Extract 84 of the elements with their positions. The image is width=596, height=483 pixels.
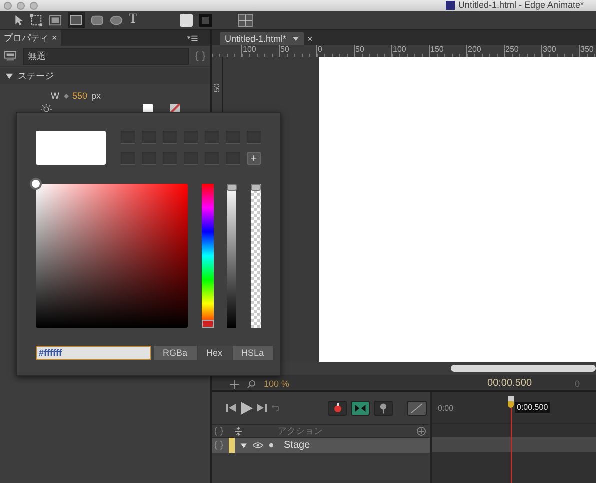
empty-swatch[interactable]: [142, 152, 156, 165]
empty-swatch[interactable]: [205, 131, 219, 144]
text-tool[interactable]: T: [129, 13, 138, 27]
current-time[interactable]: 00:00.500: [488, 378, 532, 389]
alpha-slider[interactable]: [251, 184, 261, 328]
empty-swatch[interactable]: [121, 131, 135, 144]
close-button[interactable]: ×: [308, 33, 313, 45]
disclosure-triangle-icon[interactable]: [241, 442, 247, 448]
ellipse-icon[interactable]: [110, 14, 123, 26]
play-icon[interactable]: [240, 402, 253, 414]
select-arrow-icon[interactable]: [14, 14, 24, 26]
empty-swatch[interactable]: [184, 131, 198, 144]
empty-swatch[interactable]: [163, 131, 177, 144]
time-label: 0:00: [438, 404, 454, 413]
code-braces-icon[interactable]: [215, 426, 223, 436]
collapse-icon[interactable]: [235, 426, 242, 436]
slider-thumb[interactable]: [226, 184, 237, 191]
window-title: Untitled-1.html - Edge Animate*: [458, 0, 584, 11]
properties-tab[interactable]: プロパティ ×: [0, 30, 62, 46]
element-icon: [4, 50, 17, 62]
empty-swatch[interactable]: [226, 152, 240, 165]
ruler-label: 50: [212, 82, 222, 92]
empty-swatch[interactable]: [226, 131, 240, 144]
pin-button[interactable]: [374, 400, 393, 416]
zoom-level[interactable]: 100 %: [264, 379, 290, 389]
pin-icon: [380, 402, 387, 414]
skip-forward-icon[interactable]: [257, 403, 267, 413]
easing-button[interactable]: [407, 400, 427, 416]
dropdown-icon[interactable]: [292, 36, 299, 40]
slider-thumb[interactable]: [251, 184, 262, 191]
rectangle-tool-icon[interactable]: [68, 12, 85, 28]
search-icon[interactable]: [247, 380, 256, 389]
layer-row[interactable]: Stage: [212, 438, 430, 453]
color-mode-button[interactable]: RGBa: [154, 346, 197, 360]
transform-icon[interactable]: [30, 14, 43, 26]
hue-slider[interactable]: [202, 184, 214, 328]
skip-back-icon[interactable]: [226, 403, 236, 413]
width-value[interactable]: 550: [72, 91, 88, 101]
tab-label: Untitled-1.html*: [225, 34, 287, 44]
rounded-rectangle-icon[interactable]: [91, 14, 104, 26]
diamond-icon[interactable]: [64, 94, 68, 98]
empty-swatch[interactable]: [205, 152, 219, 165]
empty-swatch[interactable]: [184, 152, 198, 165]
slider-thumb[interactable]: [202, 320, 214, 328]
arrows-icon: [355, 404, 366, 412]
color-mode-button[interactable]: Hex: [198, 346, 232, 360]
playhead-time: 0:00.500: [515, 402, 550, 413]
add-swatch-button[interactable]: +: [247, 152, 261, 165]
width-unit: px: [92, 91, 102, 101]
clip-icon[interactable]: [49, 14, 62, 26]
move-icon[interactable]: [230, 380, 239, 389]
diagonal-line-icon: [410, 402, 424, 414]
tab-label: プロパティ: [4, 32, 49, 44]
color-mode-button[interactable]: HSLa: [232, 346, 274, 360]
layout-icon[interactable]: [238, 14, 253, 26]
empty-swatch[interactable]: [142, 131, 156, 144]
saturation-value-field[interactable]: [36, 184, 188, 328]
layer-color-bar: [229, 438, 235, 453]
element-name-field[interactable]: 無題: [23, 48, 189, 64]
hex-input-field[interactable]: #ffffff: [36, 346, 151, 360]
disclosure-triangle-icon[interactable]: [6, 72, 13, 80]
brightness-slider[interactable]: [226, 184, 236, 328]
empty-swatch[interactable]: [163, 152, 177, 165]
app-icon: [446, 1, 456, 10]
empty-swatch[interactable]: [121, 152, 135, 165]
fill-color-swatch[interactable]: [180, 14, 193, 26]
scrollbar-thumb[interactable]: [451, 365, 596, 372]
section-header[interactable]: ステージ: [0, 68, 210, 84]
empty-swatch[interactable]: [247, 131, 261, 144]
border-color-swatch[interactable]: [198, 14, 212, 26]
stopwatch-icon: [332, 403, 342, 413]
width-label: W: [51, 91, 60, 101]
color-handle[interactable]: [30, 178, 42, 190]
close-button[interactable]: ×: [52, 33, 58, 43]
record-button[interactable]: [328, 400, 347, 416]
layer-name: Stage: [284, 440, 310, 451]
auto-transition-button[interactable]: [351, 400, 370, 416]
color-preview: [36, 131, 106, 165]
document-tab[interactable]: Untitled-1.html*: [220, 32, 304, 45]
add-icon[interactable]: [417, 426, 426, 436]
menu-icon[interactable]: [187, 34, 198, 42]
eye-icon[interactable]: [253, 442, 263, 449]
code-braces-icon[interactable]: [195, 50, 206, 62]
section-title: ステージ: [18, 70, 54, 82]
